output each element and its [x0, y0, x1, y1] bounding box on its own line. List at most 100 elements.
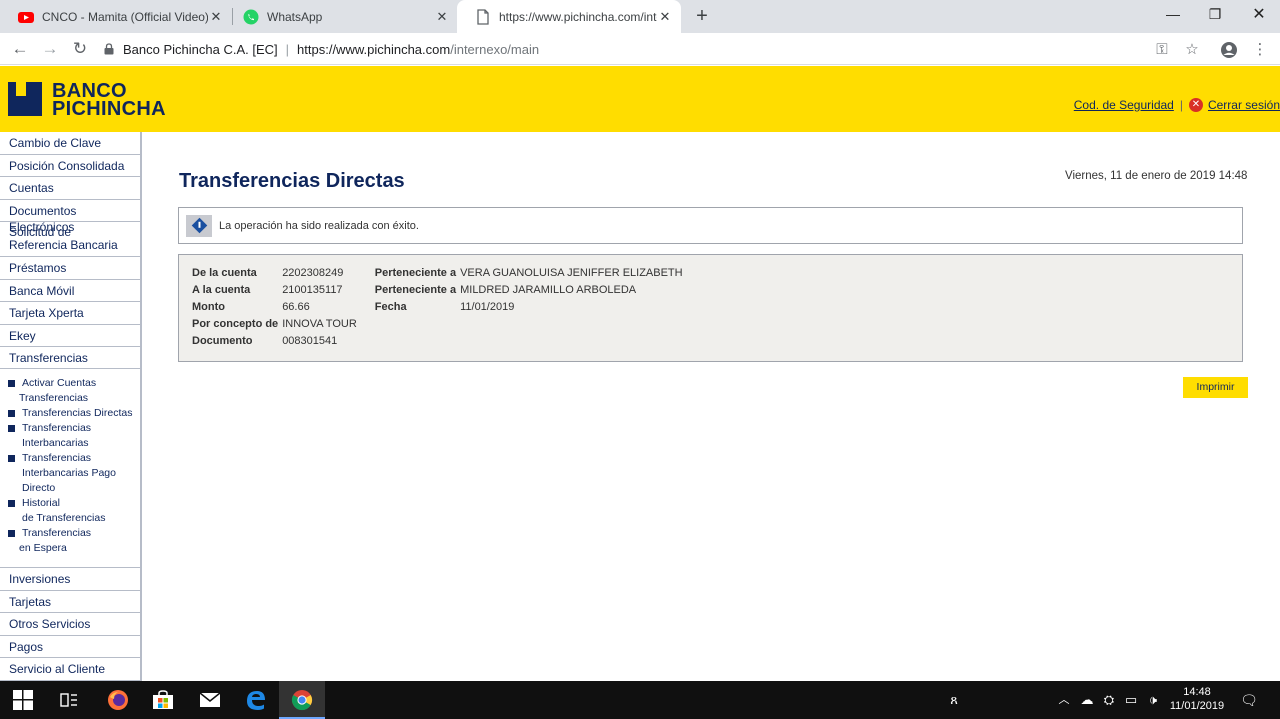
tab-title: https://www.pichincha.com/inter [499, 9, 657, 24]
tab-whatsapp[interactable]: WhatsApp ✕ [225, 0, 458, 33]
amount-value: 66.66 [282, 301, 310, 313]
start-button[interactable] [0, 681, 46, 719]
logout-link[interactable]: Cerrar sesión [1208, 98, 1280, 112]
url-host: https://www.pichincha.com [297, 41, 451, 57]
sidebar-item-banca-movil[interactable]: Banca Móvil [0, 280, 140, 302]
current-datetime: Viernes, 11 de enero de 2019 14:48 [1065, 170, 1248, 182]
reload-icon[interactable]: ↻ [69, 38, 91, 60]
minimize-icon[interactable]: — [1150, 0, 1196, 29]
sidebar-menu: Cambio de Clave Posición Consolidada Cue… [0, 132, 142, 681]
amount-label: Monto [192, 301, 225, 313]
sidebar-item-cambio-clave[interactable]: Cambio de Clave [0, 132, 140, 155]
sidebar-item-servicio-cliente[interactable]: Servicio al Cliente [0, 658, 140, 681]
submenu-item-transferencias-interbancarias[interactable]: Transferencias Interbancarias [8, 421, 140, 451]
transfer-details-panel: De la cuenta 2202308249 Perteneciente a … [178, 254, 1243, 362]
site-identity: Banco Pichincha C.A. [EC] [123, 41, 278, 57]
bullet-icon [8, 425, 15, 432]
show-hidden-icons-chevron-icon[interactable]: ︿ [1055, 691, 1073, 709]
edge-icon [247, 691, 265, 710]
task-view-button[interactable] [46, 681, 92, 719]
account-icon[interactable] [1220, 41, 1238, 59]
forward-arrow-icon[interactable]: → [39, 38, 61, 60]
address-bar[interactable]: Banco Pichincha C.A. [EC] | https://www.… [104, 37, 1214, 61]
firefox-icon [108, 690, 128, 710]
bank-logo[interactable]: BANCO PICHINCHA [8, 81, 166, 119]
new-tab-icon[interactable]: + [691, 4, 713, 28]
submenu-item-en-espera[interactable]: Transferencias en Espera [8, 526, 140, 556]
detail-row: Documento 008301541 [192, 335, 687, 352]
sidebar-item-ekey[interactable]: Ekey [0, 325, 140, 347]
print-button[interactable]: Imprimir [1183, 377, 1248, 398]
firefox-taskbar-button[interactable] [95, 681, 141, 719]
sidebar-item-otros-servicios[interactable]: Otros Servicios [0, 613, 140, 636]
browser-tab-strip: CNCO - Mamita (Official Video) - ✕ Whats… [0, 0, 1280, 33]
store-icon [153, 690, 173, 709]
close-tab-icon[interactable]: ✕ [434, 9, 450, 25]
sidebar-item-posicion-consolidada[interactable]: Posición Consolidada [0, 155, 140, 177]
clock-time: 14:48 [1183, 686, 1211, 698]
sidebar-item-cuentas[interactable]: Cuentas [0, 177, 140, 200]
sidebar-item-pagos[interactable]: Pagos [0, 636, 140, 658]
store-taskbar-button[interactable] [140, 681, 186, 719]
close-tab-icon[interactable]: ✕ [657, 9, 673, 25]
sidebar-item-tarjeta-xperta[interactable]: Tarjeta Xperta [0, 302, 140, 325]
close-tab-icon[interactable]: ✕ [208, 9, 224, 25]
sidebar-item-label: Referencia Bancaria [9, 238, 118, 252]
document-value: 008301541 [282, 335, 338, 347]
menu-kebab-icon[interactable]: ⋮ [1251, 41, 1269, 59]
submenu-item-historial[interactable]: Historial de Transferencias [8, 496, 140, 526]
sidebar-item-prestamos[interactable]: Préstamos [0, 257, 140, 280]
sidebar-item-label: Solicitud de [9, 225, 72, 239]
link-separator: | [1179, 98, 1183, 112]
restore-icon[interactable]: ❐ [1192, 0, 1238, 29]
mail-taskbar-button[interactable] [187, 681, 233, 719]
detail-row: De la cuenta 2202308249 Perteneciente a … [192, 267, 687, 284]
url-path: /internexo/main [450, 41, 540, 57]
whatsapp-icon [243, 9, 259, 24]
sidebar-item-transferencias[interactable]: Transferencias [0, 347, 140, 369]
clock[interactable]: 14:48 11/01/2019 [1168, 685, 1226, 713]
edge-taskbar-button[interactable] [233, 681, 279, 719]
sidebar-item-solicitud-referencia[interactable]: Solicitud de Referencia Bancaria [0, 222, 140, 257]
key-icon[interactable]: ⚿ [1153, 41, 1171, 59]
onedrive-icon[interactable]: ⛭ [1100, 691, 1118, 709]
tab-youtube[interactable]: CNCO - Mamita (Official Video) - ✕ [0, 0, 232, 33]
people-icon[interactable]: ጸ [945, 691, 963, 709]
chrome-taskbar-button[interactable] [279, 681, 325, 719]
bullet-icon [8, 530, 15, 537]
transfer-details-table: De la cuenta 2202308249 Perteneciente a … [192, 267, 687, 352]
date-label: Fecha [374, 301, 407, 313]
sidebar-item-tarjetas[interactable]: Tarjetas [0, 591, 140, 613]
security-code-link[interactable]: Cod. de Seguridad [1074, 98, 1174, 112]
to-owner-value: MILDRED JARAMILLO ARBOLEDA [460, 284, 637, 296]
submenu-item-activar-cuentas[interactable]: Activar Cuentas Transferencias [8, 376, 140, 406]
from-owner-value: VERA GUANOLUISA JENIFFER ELIZABETH [460, 267, 683, 279]
to-account-label: A la cuenta [192, 284, 251, 296]
sidebar-item-documentos-electronicos[interactable]: Documentos Electrónicos [0, 200, 140, 234]
network-icon[interactable]: ▭ [1122, 691, 1140, 709]
star-icon[interactable]: ☆ [1183, 41, 1201, 59]
detail-row: Monto 66.66 Fecha 11/01/2019 [192, 301, 687, 318]
info-icon [186, 214, 212, 237]
transferencias-submenu: Activar Cuentas Transferencias Transfere… [0, 369, 140, 568]
cloud-sync-icon[interactable]: ☁ [1078, 691, 1096, 709]
volume-icon[interactable]: 🕩 [1144, 691, 1162, 709]
to-owner-label: Perteneciente a [374, 284, 457, 296]
close-window-icon[interactable]: ✕ [1236, 0, 1280, 29]
lock-icon [104, 43, 114, 55]
from-account-label: De la cuenta [192, 267, 257, 279]
url-divider: | [285, 41, 290, 57]
notifications-icon[interactable]: 🗨 [1240, 691, 1258, 709]
mail-icon [199, 692, 221, 707]
chrome-icon [291, 690, 313, 711]
submenu-item-interbancarias-pago-directo[interactable]: Transferencias Interbancarias Pago Direc… [8, 451, 140, 496]
logout-icon[interactable]: ✕ [1188, 98, 1203, 112]
sidebar-item-inversiones[interactable]: Inversiones [0, 568, 140, 591]
submenu-item-transferencias-directas[interactable]: Transferencias Directas [8, 406, 140, 421]
tab-title: WhatsApp [267, 9, 323, 24]
tab-pichincha[interactable]: https://www.pichincha.com/inter ✕ [457, 0, 681, 33]
from-owner-label: Perteneciente a [374, 267, 457, 279]
back-arrow-icon[interactable]: ← [9, 38, 31, 60]
tab-title: CNCO - Mamita (Official Video) - [42, 9, 208, 24]
date-value: 11/01/2019 [460, 301, 515, 313]
